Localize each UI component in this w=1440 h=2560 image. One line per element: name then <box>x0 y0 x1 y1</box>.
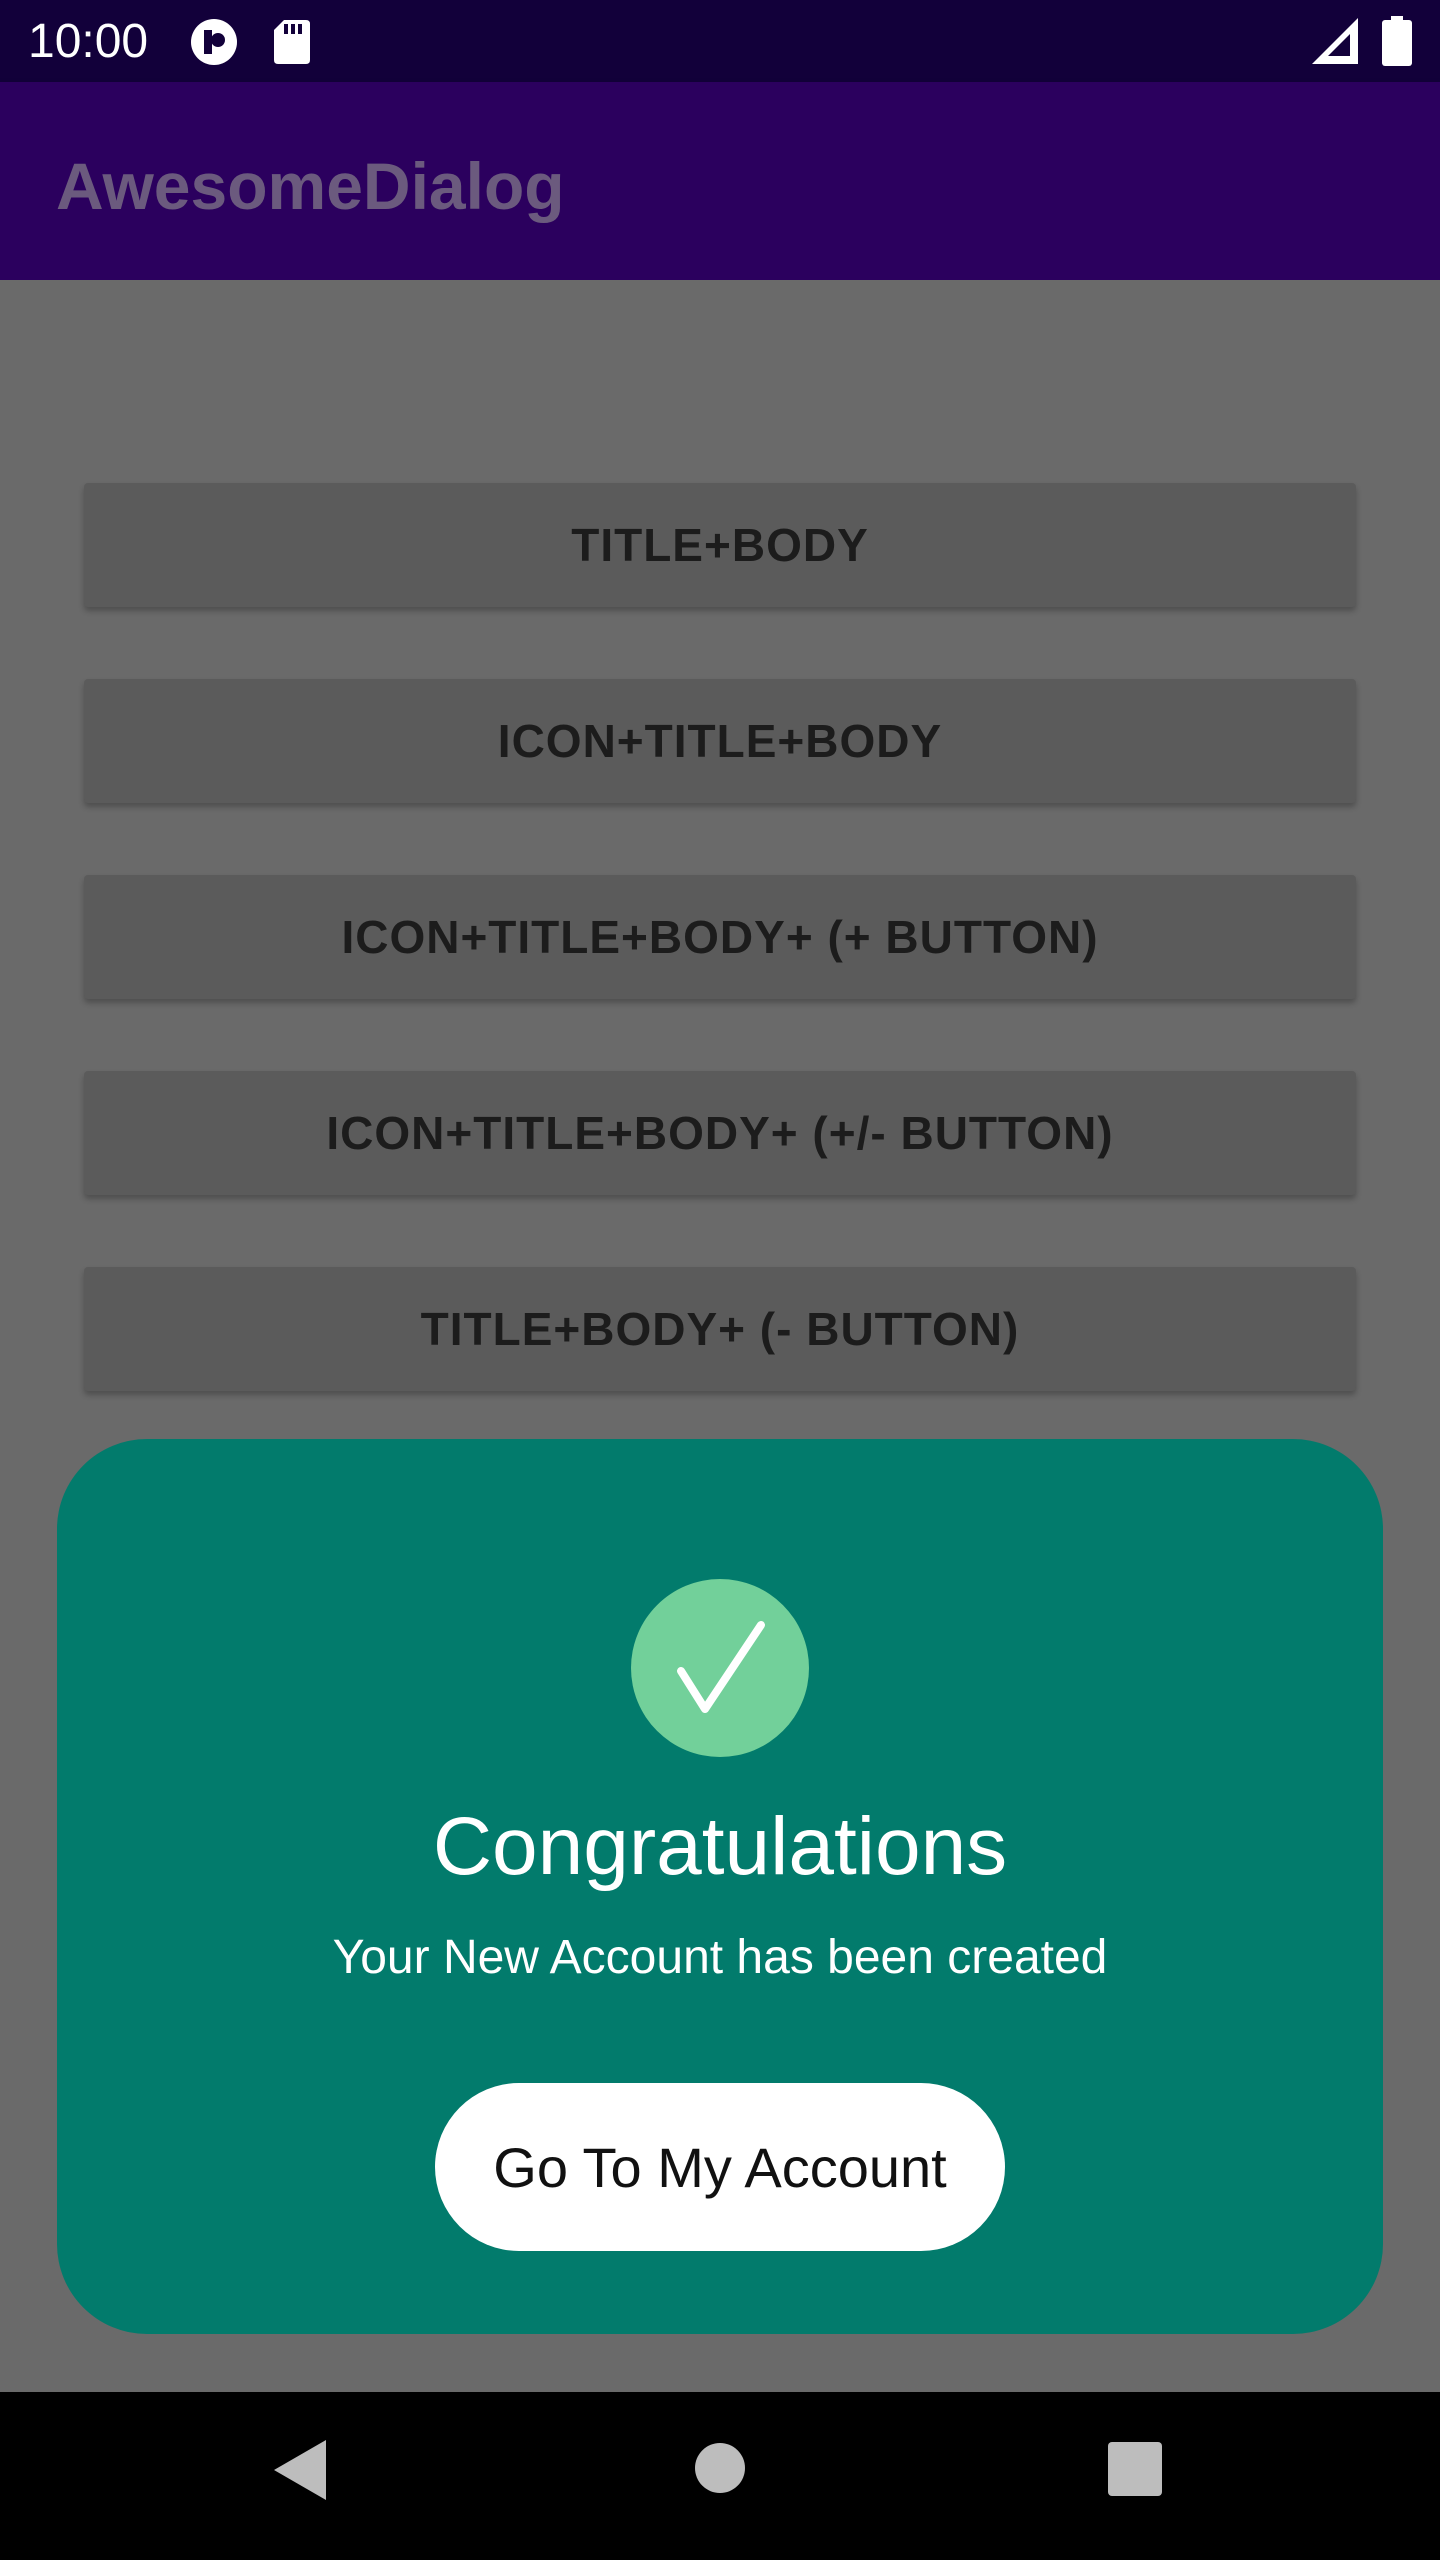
battery-icon <box>1382 16 1412 71</box>
icon-title-body-positive-negative-button[interactable]: ICON+TITLE+BODY+ (+/- BUTTON) <box>84 1071 1356 1195</box>
success-badge <box>631 1579 809 1757</box>
app-title: AwesomeDialog <box>56 149 565 223</box>
recents-icon[interactable] <box>1108 2442 1162 2501</box>
icon-title-body-positive-button[interactable]: ICON+TITLE+BODY+ (+ BUTTON) <box>84 875 1356 999</box>
dialog-message: Your New Account has been created <box>332 1931 1108 1984</box>
status-bar: 10:00 <box>0 0 1440 82</box>
back-icon[interactable] <box>270 2436 330 2509</box>
app-bar: AwesomeDialog <box>0 82 1440 280</box>
success-dialog: Congratulations Your New Account has bee… <box>57 1439 1383 2334</box>
navigation-bar <box>0 2392 1440 2560</box>
title-body-negative-button[interactable]: TITLE+BODY+ (- BUTTON) <box>84 1267 1356 1391</box>
app-notification-icon <box>190 18 238 71</box>
status-time: 10:00 <box>28 15 149 68</box>
home-icon[interactable] <box>694 2442 746 2499</box>
checkmark-icon <box>677 1621 765 1713</box>
icon-title-body-button[interactable]: ICON+TITLE+BODY <box>84 679 1356 803</box>
sd-card-icon <box>274 20 310 69</box>
go-to-my-account-button[interactable]: Go To My Account <box>435 2083 1005 2251</box>
signal-icon <box>1312 18 1358 69</box>
dialog-title: Congratulations <box>432 1801 1008 1892</box>
title-body-button[interactable]: TITLE+BODY <box>84 483 1356 607</box>
